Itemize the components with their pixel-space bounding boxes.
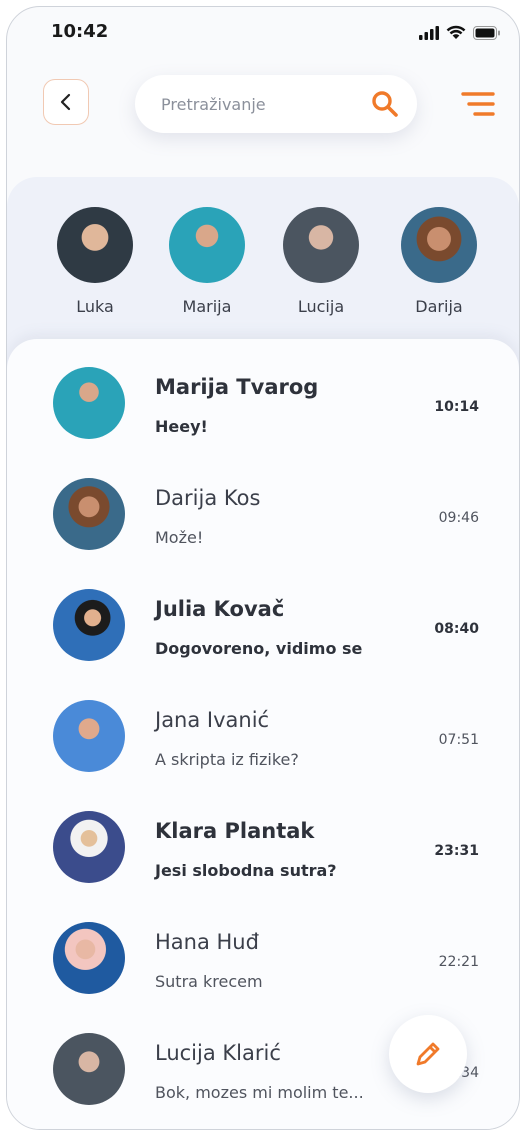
story-luka[interactable]: Luka bbox=[45, 207, 145, 316]
chat-name: Darija Kos bbox=[155, 486, 261, 510]
avatar bbox=[53, 922, 125, 994]
battery-icon bbox=[473, 25, 500, 40]
chat-row[interactable]: Jana Ivanić A skripta iz fizike? 07:51 bbox=[7, 672, 519, 772]
chat-row[interactable]: Marija Tvarog Heey! 10:14 bbox=[7, 339, 519, 439]
status-time: 10:42 bbox=[51, 21, 109, 42]
chat-time: 08:40 bbox=[434, 621, 479, 637]
chat-time: 09:46 bbox=[438, 510, 479, 526]
status-icons bbox=[419, 25, 501, 40]
chat-list: Marija Tvarog Heey! 10:14 Darija Kos Mož… bbox=[7, 339, 519, 1129]
chat-preview: Može! bbox=[155, 528, 204, 547]
avatar bbox=[401, 207, 477, 283]
avatar bbox=[53, 478, 125, 550]
avatar bbox=[57, 207, 133, 283]
chat-name: Julia Kovač bbox=[155, 597, 285, 621]
chat-row[interactable]: Klara Plantak Jesi slobodna sutra? 23:31 bbox=[7, 783, 519, 883]
story-lucija[interactable]: Lucija bbox=[271, 207, 371, 316]
chat-time: 22:21 bbox=[438, 954, 479, 970]
chat-name: Jana Ivanić bbox=[155, 708, 270, 732]
wifi-icon bbox=[446, 25, 466, 39]
search-input[interactable] bbox=[159, 93, 363, 115]
avatar bbox=[283, 207, 359, 283]
chat-row[interactable]: Julia Kovač Dogovoreno, vidimo se 08:40 bbox=[7, 561, 519, 661]
chat-name: Klara Plantak bbox=[155, 819, 315, 843]
story-name: Darija bbox=[415, 297, 463, 316]
chat-preview: Jesi slobodna sutra? bbox=[155, 861, 337, 880]
search-icon[interactable] bbox=[371, 90, 399, 118]
avatar bbox=[53, 1033, 125, 1105]
chat-time: 07:51 bbox=[438, 732, 479, 748]
chat-name: Hana Huđ bbox=[155, 930, 259, 954]
chat-time: 10:14 bbox=[434, 399, 479, 415]
menu-icon[interactable] bbox=[461, 91, 495, 117]
story-name: Marija bbox=[182, 297, 232, 316]
chat-preview: Dogovoreno, vidimo se bbox=[155, 639, 363, 658]
compose-button[interactable] bbox=[389, 1015, 467, 1093]
chat-preview: Bok, mozes mi molim te... bbox=[155, 1083, 364, 1102]
chat-name: Lucija Klarić bbox=[155, 1041, 281, 1065]
story-darija[interactable]: Darija bbox=[389, 207, 489, 316]
story-name: Luka bbox=[76, 297, 114, 316]
avatar bbox=[53, 589, 125, 661]
avatar bbox=[169, 207, 245, 283]
phone-screen: 10:42 Pretraživanje Luka Marija Lucija D… bbox=[6, 6, 520, 1130]
avatar bbox=[53, 367, 125, 439]
chevron-left-icon bbox=[60, 93, 71, 111]
chat-row[interactable]: Hana Huđ Sutra krecem 22:21 bbox=[7, 894, 519, 994]
search-bar bbox=[135, 75, 417, 133]
avatar bbox=[53, 811, 125, 883]
chat-name: Marija Tvarog bbox=[155, 375, 319, 399]
chat-preview: Sutra krecem bbox=[155, 972, 263, 991]
avatar bbox=[53, 700, 125, 772]
chat-row[interactable]: Darija Kos Može! 09:46 bbox=[7, 450, 519, 550]
story-marija[interactable]: Marija bbox=[157, 207, 257, 316]
pencil-icon bbox=[416, 1042, 440, 1066]
back-button[interactable] bbox=[43, 79, 89, 125]
chat-preview: A skripta iz fizike? bbox=[155, 750, 299, 769]
chat-preview: Heey! bbox=[155, 417, 208, 436]
signal-icon bbox=[419, 25, 439, 40]
story-name: Lucija bbox=[297, 297, 345, 316]
chat-time: 23:31 bbox=[434, 843, 479, 859]
